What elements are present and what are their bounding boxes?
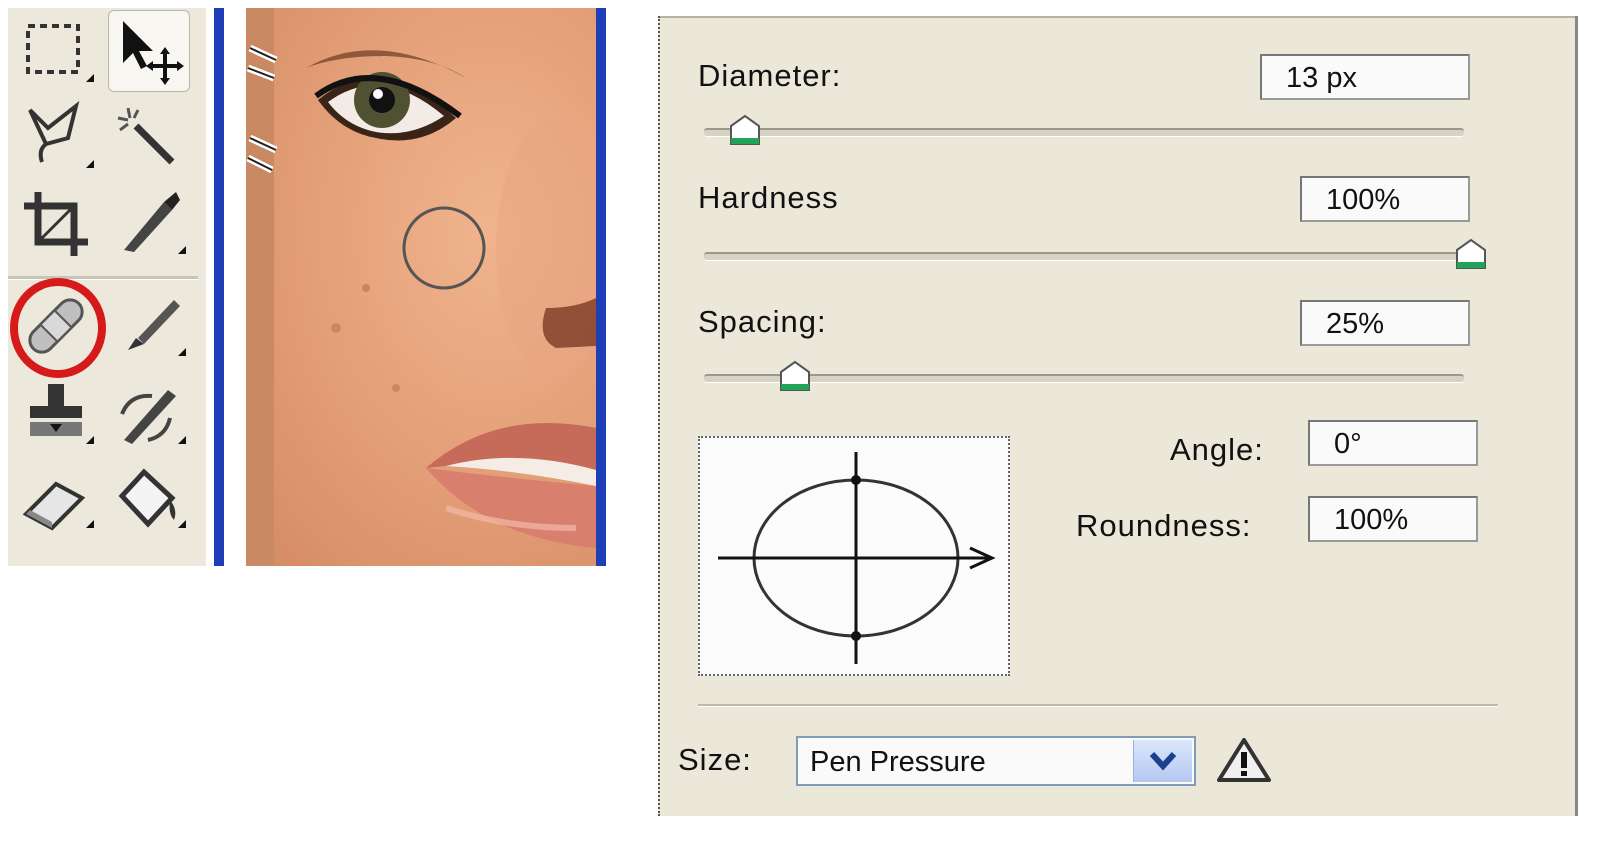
spacing-label: Spacing: xyxy=(698,304,827,339)
slice-tool-icon[interactable] xyxy=(108,184,188,264)
brush-options-panel: Diameter: 13 px Hardness 100% Spacing: 2… xyxy=(658,16,1578,816)
chevron-down-icon xyxy=(1149,751,1177,771)
caption-fragments xyxy=(80,568,480,584)
angle-label: Angle: xyxy=(1170,432,1264,467)
eraser-tool-icon[interactable] xyxy=(16,458,96,538)
size-control-value: Pen Pressure xyxy=(810,746,986,778)
size-control-dropdown[interactable]: Pen Pressure xyxy=(796,736,1196,786)
hardness-slider-track[interactable] xyxy=(704,252,1464,261)
spacing-slider-thumb[interactable] xyxy=(778,360,812,392)
roundness-label: Roundness: xyxy=(1076,508,1252,543)
panel-top-border xyxy=(660,16,1575,18)
magic-wand-tool-icon[interactable] xyxy=(108,98,188,178)
lasso-tool-icon[interactable] xyxy=(16,98,96,178)
healing-brush-tool-icon[interactable] xyxy=(16,286,96,366)
frame-gap xyxy=(224,8,246,566)
paint-bucket-tool-icon[interactable] xyxy=(108,458,188,538)
size-label: Size: xyxy=(678,742,752,777)
frame-border xyxy=(214,8,224,566)
hardness-label: Hardness xyxy=(698,180,839,215)
diameter-field[interactable]: 13 px xyxy=(1260,54,1470,100)
angle-field[interactable]: 0° xyxy=(1308,420,1478,466)
panel-divider xyxy=(698,704,1498,707)
face-photo xyxy=(246,8,606,566)
diameter-slider-thumb[interactable] xyxy=(728,114,762,146)
diameter-label: Diameter: xyxy=(698,58,842,93)
toolbox-divider xyxy=(8,276,198,280)
warning-triangle-icon xyxy=(1217,738,1271,782)
diameter-slider-track[interactable] xyxy=(704,128,1464,137)
brush-tool-icon[interactable] xyxy=(108,286,188,366)
history-brush-tool-icon[interactable] xyxy=(108,374,188,454)
toolbox xyxy=(8,8,206,566)
move-tool-icon[interactable] xyxy=(108,10,190,92)
brush-shape-preview[interactable] xyxy=(698,436,1010,676)
dropdown-button[interactable] xyxy=(1133,740,1192,782)
spacing-field[interactable]: 25% xyxy=(1300,300,1470,346)
clone-stamp-tool-icon[interactable] xyxy=(16,374,96,454)
hardness-slider-thumb[interactable] xyxy=(1454,238,1488,270)
marquee-tool-icon[interactable] xyxy=(16,12,96,92)
spacing-slider-track[interactable] xyxy=(704,374,1464,383)
crop-tool-icon[interactable] xyxy=(16,184,96,264)
roundness-field[interactable]: 100% xyxy=(1308,496,1478,542)
hardness-field[interactable]: 100% xyxy=(1300,176,1470,222)
